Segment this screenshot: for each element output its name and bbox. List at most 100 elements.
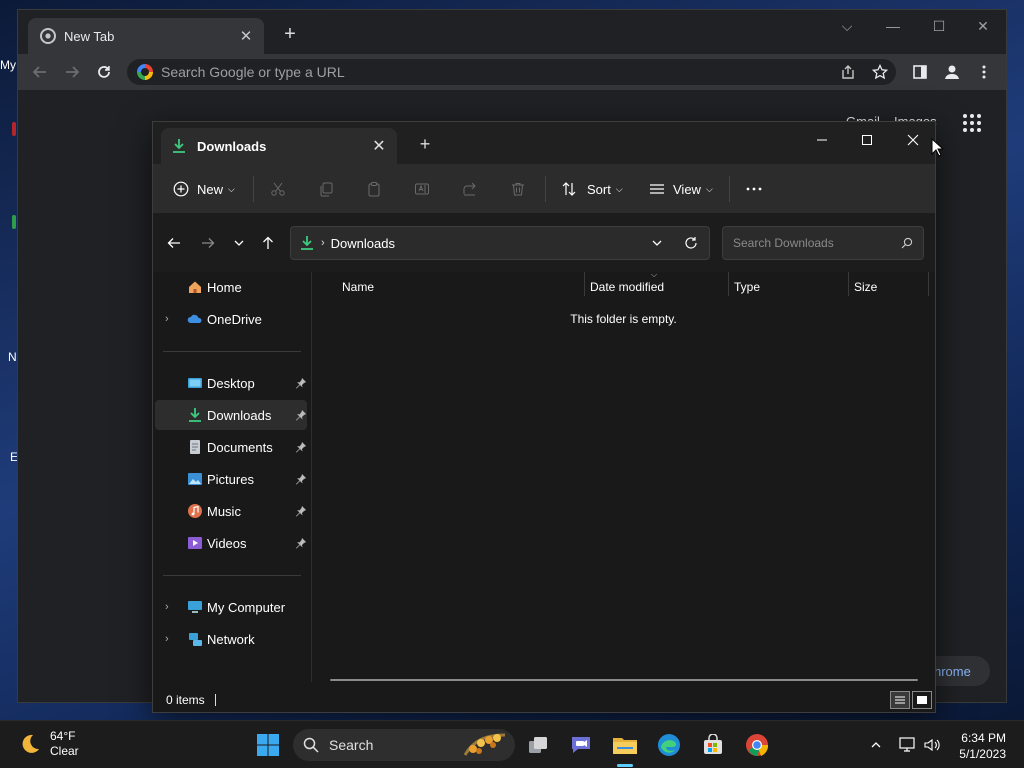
more-dots-icon <box>746 187 762 191</box>
new-button[interactable]: New ⌵ <box>173 176 235 202</box>
new-tab-button[interactable]: + <box>280 24 300 44</box>
close-tab-icon[interactable]: ✕ <box>238 27 254 45</box>
pin-icon[interactable] <box>295 505 307 517</box>
refresh-button[interactable] <box>684 236 698 250</box>
cut-button[interactable] <box>270 176 286 202</box>
view-button[interactable]: View ⌵ <box>649 176 713 202</box>
share-button[interactable] <box>838 62 858 82</box>
explorer-tab-downloads[interactable]: Downloads ✕ <box>161 128 397 164</box>
chrome-maximize-button[interactable]: ☐ <box>916 18 962 35</box>
teams-chat-button[interactable] <box>565 729 597 761</box>
chrome-close-button[interactable]: ✕ <box>960 18 1006 35</box>
download-arrow-icon <box>301 236 313 250</box>
chevron-down-icon <box>234 240 244 246</box>
back-button[interactable] <box>165 234 183 252</box>
column-divider[interactable] <box>584 272 585 296</box>
copy-button[interactable] <box>318 176 334 202</box>
column-divider[interactable] <box>728 272 729 296</box>
pin-icon[interactable] <box>295 473 307 485</box>
nav-item-documents[interactable]: Documents <box>155 432 307 462</box>
forward-button[interactable] <box>199 234 217 252</box>
back-arrow-icon <box>167 238 180 248</box>
task-view-button[interactable] <box>522 729 554 761</box>
google-apps-icon[interactable] <box>963 114 981 132</box>
customize-chrome-label: hrome <box>934 663 971 679</box>
desktop-icon-label: My <box>0 58 16 72</box>
windows-logo-icon <box>257 734 279 756</box>
nav-item-onedrive[interactable]: › OneDrive <box>155 304 307 334</box>
start-button[interactable] <box>252 729 284 761</box>
close-tab-icon[interactable]: ✕ <box>371 136 387 156</box>
details-view-button[interactable] <box>890 691 910 709</box>
column-header-name[interactable]: Name <box>342 276 582 298</box>
large-icons-view-button[interactable] <box>912 691 932 709</box>
search-input[interactable] <box>733 236 901 250</box>
volume-tray-button[interactable] <box>922 735 942 755</box>
edge-taskbar-button[interactable] <box>653 729 685 761</box>
nav-item-home[interactable]: Home <box>155 272 307 302</box>
tab-search-chevron-icon[interactable]: ⌵ <box>824 18 870 35</box>
explorer-maximize-button[interactable] <box>844 126 890 154</box>
breadcrumb-downloads[interactable]: Downloads <box>331 236 395 251</box>
omnibox-input[interactable] <box>161 64 821 80</box>
pin-icon[interactable] <box>295 409 307 421</box>
nav-item-music[interactable]: Music <box>155 496 307 526</box>
nav-item-downloads[interactable]: Downloads <box>155 400 307 430</box>
network-icon <box>189 633 202 646</box>
file-explorer-taskbar-button[interactable] <box>609 729 641 761</box>
rename-button[interactable] <box>414 176 430 202</box>
expand-chevron-icon[interactable]: › <box>165 313 169 325</box>
show-hidden-icons-button[interactable] <box>866 735 886 755</box>
divider <box>253 176 254 202</box>
delete-button[interactable] <box>510 176 526 202</box>
chrome-menu-button[interactable] <box>974 62 994 82</box>
nav-item-pictures[interactable]: Pictures <box>155 464 307 494</box>
nav-item-videos[interactable]: Videos <box>155 528 307 558</box>
taskbar-search-box[interactable]: Search <box>293 729 515 761</box>
google-g-icon <box>137 64 153 80</box>
nav-item-desktop[interactable]: Desktop <box>155 368 307 398</box>
expand-chevron-icon[interactable]: › <box>165 633 169 645</box>
explorer-close-button[interactable] <box>890 126 936 154</box>
address-bar[interactable]: › Downloads <box>290 226 710 260</box>
weather-widget[interactable]: 64°F Clear <box>18 729 79 759</box>
minimize-icon <box>817 139 827 141</box>
address-history-button[interactable] <box>651 237 663 249</box>
explorer-titlebar: Downloads ✕ + <box>153 122 935 164</box>
bookmark-star-button[interactable] <box>870 62 890 82</box>
search-box[interactable] <box>722 226 924 260</box>
up-button[interactable] <box>259 234 277 252</box>
nav-item-label: Network <box>207 631 255 647</box>
profile-button[interactable] <box>942 62 962 82</box>
chrome-minimize-button[interactable]: — <box>870 18 916 34</box>
pin-icon[interactable] <box>295 537 307 549</box>
sort-button[interactable]: Sort ⌵ <box>561 176 623 202</box>
recent-locations-button[interactable] <box>230 234 248 252</box>
chrome-icon <box>746 734 769 756</box>
pin-icon[interactable] <box>295 441 307 453</box>
omnibox[interactable] <box>127 59 896 85</box>
horizontal-scrollbar[interactable] <box>330 679 918 681</box>
side-panel-button[interactable] <box>910 62 930 82</box>
forward-button[interactable] <box>62 62 82 82</box>
chrome-taskbar-button[interactable] <box>741 729 773 761</box>
store-taskbar-button[interactable] <box>697 729 729 761</box>
nav-item-network[interactable]: › Network <box>155 624 307 654</box>
column-divider[interactable] <box>848 272 849 296</box>
clock[interactable]: 6:34 PM 5/1/2023 <box>950 730 1006 762</box>
paste-button[interactable] <box>366 176 382 202</box>
back-button[interactable] <box>30 62 50 82</box>
column-header-type[interactable]: Type <box>734 276 844 298</box>
network-tray-button[interactable] <box>898 735 918 755</box>
share-button[interactable] <box>462 176 478 202</box>
column-header-size[interactable]: Size <box>854 276 924 298</box>
see-more-button[interactable] <box>745 176 763 202</box>
column-divider[interactable] <box>928 272 929 296</box>
reload-button[interactable] <box>94 62 114 82</box>
expand-chevron-icon[interactable]: › <box>165 601 169 613</box>
nav-item-my-computer[interactable]: › My Computer <box>155 592 307 622</box>
explorer-minimize-button[interactable] <box>799 126 845 154</box>
pin-icon[interactable] <box>295 377 307 389</box>
chrome-tab-new-tab[interactable]: New Tab ✕ <box>28 18 264 54</box>
explorer-new-tab-button[interactable]: + <box>417 134 433 155</box>
